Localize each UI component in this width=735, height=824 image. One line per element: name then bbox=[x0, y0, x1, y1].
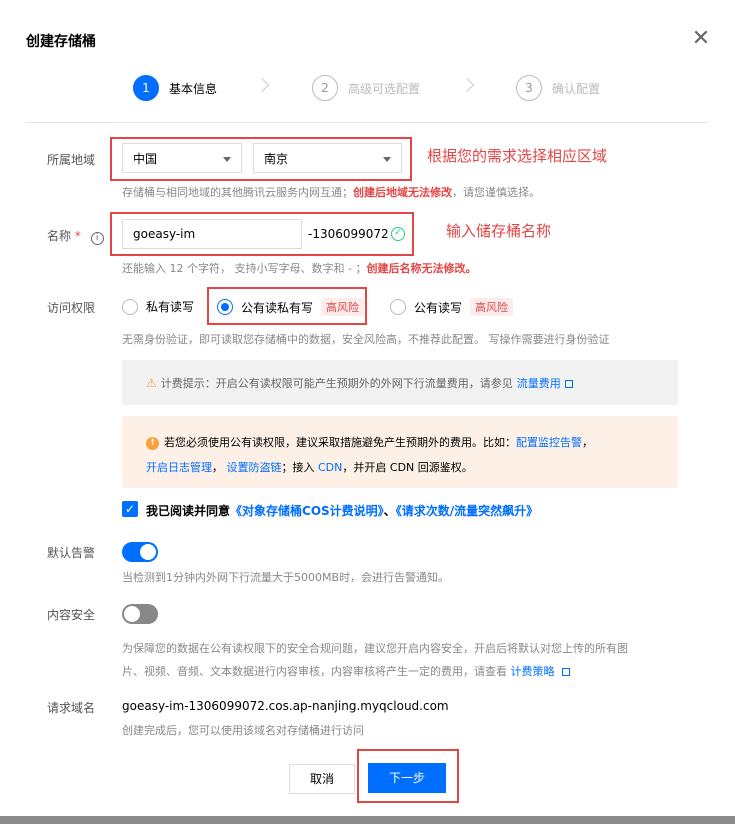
billing-policy-link[interactable]: 计费策略 bbox=[511, 665, 555, 678]
content-security-help-line1: 为保障您的数据在公有读权限下的安全合规问题，建议您开启内容安全，开启后将默认对您… bbox=[122, 642, 628, 655]
traffic-spike-link[interactable]: 《请求次数/流量突然飙升》 bbox=[396, 504, 538, 518]
background-overlay bbox=[0, 816, 735, 824]
radio-label: 私有读写 bbox=[146, 300, 195, 314]
alarm-help: 当检测到1分钟内外网下行流量大于5000MB时，会进行告警通知。 bbox=[122, 571, 450, 584]
required-mark: * bbox=[74, 229, 81, 243]
content-security-help: 为保障您的数据在公有读权限下的安全合规问题，建议您开启内容安全，开启后将默认对您… bbox=[122, 637, 692, 683]
step-indicator: 1 基本信息 2 高级可选配置 3 确认配置 bbox=[0, 70, 735, 106]
alarm-toggle[interactable] bbox=[122, 542, 158, 562]
domain-label: 请求域名 bbox=[47, 701, 96, 715]
access-label: 访问权限 bbox=[47, 301, 96, 315]
step-advanced-config: 2 高级可选配置 bbox=[312, 75, 420, 101]
warning-icon: ! bbox=[146, 436, 159, 450]
region-label: 所属地域 bbox=[47, 153, 96, 167]
region-help: 存储桶与相同地域的其他腾讯云服务内网互通；创建后地域无法修改，请您谨慎选择。 bbox=[122, 184, 540, 200]
radio-circle bbox=[122, 298, 138, 315]
agree-text: 我已阅读并同意《对象存储桶COS计费说明》、《请求次数/流量突然飙升》 bbox=[146, 502, 538, 519]
cancel-button[interactable]: 取消 bbox=[289, 764, 355, 794]
agree-checkbox[interactable]: ✓ bbox=[122, 501, 138, 517]
close-icon[interactable]: ✕ bbox=[690, 28, 712, 50]
toggle-knob bbox=[140, 544, 156, 560]
high-risk-badge: 高风险 bbox=[470, 298, 514, 316]
name-help-text: 还能输入 12 个字符， 支持小写字母、数字和 - ； bbox=[122, 262, 367, 275]
step-number: 3 bbox=[516, 75, 542, 101]
chevron-right-icon bbox=[459, 77, 475, 93]
dialog-title: 创建存储桶 bbox=[26, 34, 96, 50]
warning-text-end: ，并开启 CDN 回源鉴权。 bbox=[342, 461, 473, 474]
content-security-help-line2: 片、视频、音频、文本数据进行内容审核，内容审核将产生一定的费用，请查看 计费策略 bbox=[122, 660, 692, 683]
highlight-box-access bbox=[207, 287, 367, 325]
toggle-knob bbox=[124, 606, 140, 622]
divider bbox=[26, 122, 708, 123]
step-label: 确认配置 bbox=[552, 81, 601, 96]
name-help: 还能输入 12 个字符， 支持小写字母、数字和 - ；创建后名称无法修改。 bbox=[122, 260, 476, 276]
radio-private-rw[interactable]: 私有读写 bbox=[122, 298, 194, 315]
chevron-right-icon bbox=[254, 77, 270, 93]
cos-billing-link[interactable]: 《对象存储桶COS计费说明》 bbox=[230, 504, 384, 518]
hotlink-protection-link[interactable]: 设置防盗链 bbox=[227, 461, 282, 474]
log-management-link[interactable]: 开启日志管理 bbox=[146, 461, 212, 474]
content-security-toggle[interactable] bbox=[122, 604, 158, 624]
step-label: 高级可选配置 bbox=[348, 81, 421, 96]
step-label: 基本信息 bbox=[169, 81, 218, 96]
billing-tip-bar: ⚠ 计费提示：开启公有读权限可能产生预期外的外网下行流量费用，请参见 流量费用 bbox=[122, 360, 678, 405]
region-help-suffix: ，请您谨慎选择。 bbox=[452, 186, 540, 199]
access-help: 无需身份验证，即可读取您存储桶中的数据，安全风险高，不推荐此配置。 写操作需要进… bbox=[122, 333, 610, 346]
warning-punct: ， bbox=[212, 461, 223, 474]
external-link-icon bbox=[562, 668, 570, 676]
alarm-label: 默认告警 bbox=[47, 546, 96, 560]
name-label-text: 名称 bbox=[47, 229, 72, 243]
region-help-warning: 创建后地域无法修改 bbox=[353, 186, 452, 199]
highlight-box-name bbox=[110, 212, 414, 256]
warning-triangle-icon: ⚠ bbox=[146, 375, 157, 390]
name-label: 名称 * i bbox=[47, 227, 104, 245]
step-basic-info: 1 基本信息 bbox=[133, 75, 217, 101]
traffic-fee-link[interactable]: 流量费用 bbox=[517, 375, 561, 391]
radio-public-rw[interactable]: 公有读写 高风险 bbox=[390, 298, 514, 316]
region-help-text: 存储桶与相同地域的其他腾讯云服务内网互通； bbox=[122, 186, 353, 199]
domain-value: goeasy-im-1306099072.cos.ap-nanjing.myqc… bbox=[122, 699, 449, 713]
content-security-label: 内容安全 bbox=[47, 608, 96, 622]
step-number: 2 bbox=[312, 75, 338, 101]
warning-bar: ! 若您必须使用公有读权限，建议采取措施避免产生预期外的费用。比如：配置监控告警，… bbox=[122, 416, 678, 488]
warning-line-2: 开启日志管理， 设置防盗链；接入 CDN，并开启 CDN 回源鉴权。 bbox=[146, 455, 678, 480]
highlight-box-region bbox=[110, 137, 412, 181]
domain-help: 创建完成后，您可以使用该域名对存储桶进行访问 bbox=[122, 724, 364, 737]
billing-tip-text: 计费提示：开启公有读权限可能产生预期外的外网下行流量费用，请参见 bbox=[160, 376, 513, 390]
step-confirm-config: 3 确认配置 bbox=[516, 75, 600, 101]
step-number: 1 bbox=[133, 75, 159, 101]
warning-text: 若您必须使用公有读权限，建议采取措施避免产生预期外的费用。比如： bbox=[164, 436, 516, 449]
external-link-icon bbox=[564, 379, 573, 388]
warning-punct: ；接入 bbox=[281, 461, 315, 474]
radio-circle bbox=[390, 299, 406, 315]
agree-prefix: 我已阅读并同意 bbox=[146, 504, 231, 518]
monitor-alarm-link[interactable]: 配置监控告警 bbox=[516, 436, 582, 449]
name-help-warning: 创建后名称无法修改。 bbox=[366, 262, 477, 275]
warning-punct: ， bbox=[582, 436, 593, 449]
radio-label: 公有读写 bbox=[414, 300, 463, 315]
content-security-help-text: 片、视频、音频、文本数据进行内容审核，内容审核将产生一定的费用，请查看 bbox=[122, 665, 507, 678]
name-annotation: 输入储存桶名称 bbox=[446, 222, 552, 240]
region-annotation: 根据您的需求选择相应区域 bbox=[427, 147, 608, 165]
highlight-box-next bbox=[357, 749, 459, 803]
info-icon[interactable]: i bbox=[90, 232, 104, 245]
cdn-link[interactable]: CDN bbox=[318, 461, 342, 474]
agree-sep: 、 bbox=[383, 504, 396, 518]
create-bucket-dialog: 创建存储桶 ✕ 1 基本信息 2 高级可选配置 3 确认配置 所属地域 中国 南… bbox=[0, 0, 735, 824]
warning-line-1: ! 若您必须使用公有读权限，建议采取措施避免产生预期外的费用。比如：配置监控告警， bbox=[146, 430, 678, 455]
